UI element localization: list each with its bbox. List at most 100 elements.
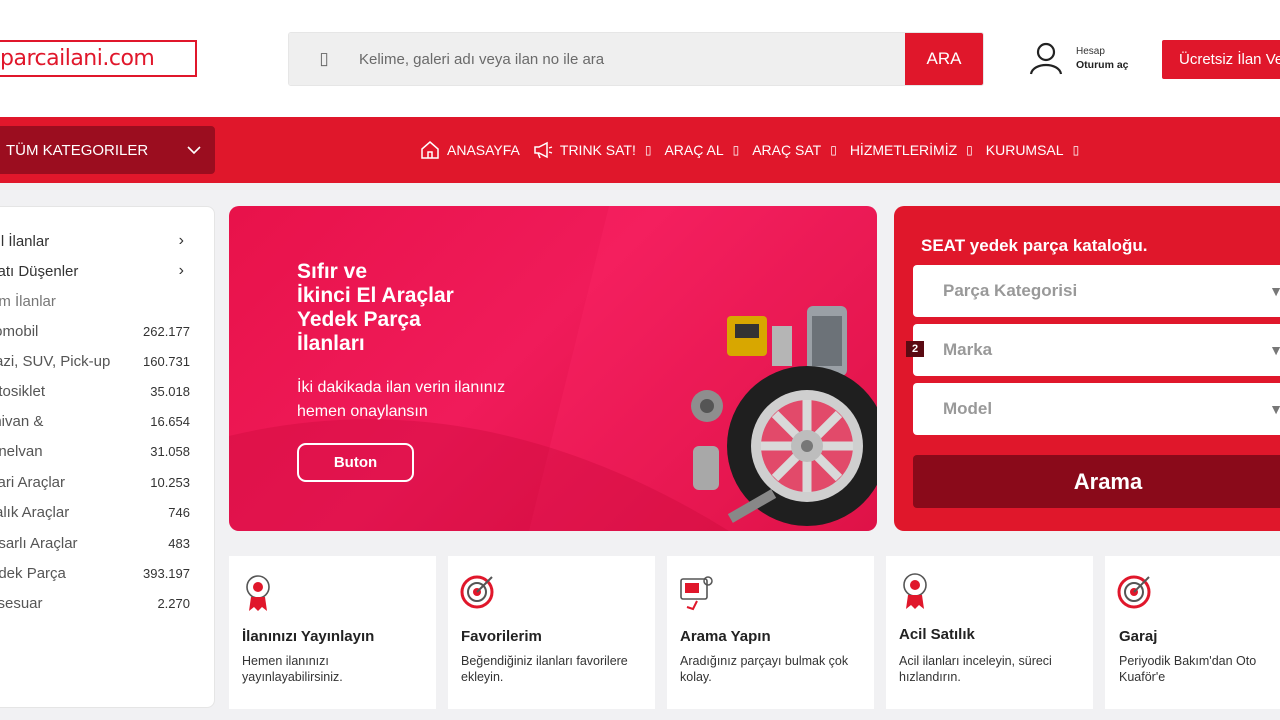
target-icon xyxy=(1117,575,1151,609)
car-parts-image xyxy=(691,306,877,526)
logo-text-a: parca xyxy=(0,46,60,71)
feature-card[interactable]: Garaj Periyodik Bakım'dan Oto Kuaför'e xyxy=(1105,556,1280,709)
feature-description: Periyodik Bakım'dan Oto Kuaför'e xyxy=(1119,654,1257,684)
category-sidebar: cil İlanlar › yatı Düşenler › üm İlanlar… xyxy=(0,206,215,708)
sidebar-item-ticari[interactable]: cari Araçlar 10.253 xyxy=(0,467,206,497)
sidebar-item-label: cari Araçlar xyxy=(0,473,66,491)
nav-item-label: ARAÇ AL xyxy=(664,142,724,158)
feature-card[interactable]: İlanınızı Yayınlayın Hemen ilanınızı yay… xyxy=(229,556,436,709)
nav-item-hizmetlerimiz[interactable]: HİZMETLERİMİZ ▯ xyxy=(850,142,973,158)
account-menu[interactable]: Hesap Oturum aç xyxy=(1028,40,1129,76)
feature-title: Arama Yapın xyxy=(680,628,771,645)
site-logo[interactable]: parca ilani .com xyxy=(0,40,197,77)
sidebar-item-minivan[interactable]: inivan & 16.654 xyxy=(0,406,206,436)
catalog-search-button[interactable]: Arama xyxy=(913,455,1280,508)
banner-title-line: İkinci El Araçlar xyxy=(297,284,454,307)
sidebar-item-count: 2.270 xyxy=(157,595,190,611)
feature-card[interactable]: Arama Yapın Aradığınız parçayı bulmak ço… xyxy=(667,556,874,709)
sidebar-item-motosiklet[interactable]: otosiklet 35.018 xyxy=(0,376,206,406)
search-input[interactable] xyxy=(359,33,905,85)
chevron-right-icon: › xyxy=(178,232,184,249)
feature-description: Aradığınız parçayı bulmak çok kolay. xyxy=(680,654,849,684)
sidebar-item-label: tomobil xyxy=(0,322,39,340)
select-value: Parça Kategorisi xyxy=(943,281,1078,300)
model-select[interactable]: Model ▼ xyxy=(913,383,1280,435)
sidebar-item-count: 746 xyxy=(168,504,190,520)
badge-icon xyxy=(903,573,927,609)
step-badge: 2 xyxy=(906,341,924,357)
nav-item-label: KURUMSAL xyxy=(985,142,1064,158)
part-category-select[interactable]: Parça Kategorisi ▼ xyxy=(913,265,1280,317)
banner-title-line: İlanları xyxy=(297,332,365,355)
chevron-right-icon: › xyxy=(178,262,184,279)
feature-title: Favorilerim xyxy=(461,628,542,645)
sidebar-item-label: ksesuar xyxy=(0,594,43,612)
nav-item-label: ARAÇ SAT xyxy=(752,142,822,158)
banner-button[interactable]: Buton xyxy=(297,443,414,482)
nav-item-arac-sat[interactable]: ARAÇ SAT ▯ xyxy=(752,142,837,158)
sidebar-item-label: ralık Araçlar xyxy=(0,503,70,521)
feature-card[interactable]: Favorilerim Beğendiğiniz ilanları favori… xyxy=(448,556,655,709)
sidebar-item-label: üm İlanlar xyxy=(0,292,56,310)
post-ad-button[interactable]: Ücretsiz İlan Ver xyxy=(1162,40,1280,79)
search-button[interactable]: ARA xyxy=(905,33,983,85)
sidebar-item-tum-ilanlar[interactable]: üm İlanlar xyxy=(0,286,206,316)
all-categories-label: TÜM KATEGORILER xyxy=(6,141,149,159)
banner-title: Sıfır ve İkinci El Araçlar Yedek Parça İ… xyxy=(297,260,497,356)
logo-text-c: .com xyxy=(102,46,155,71)
sidebar-item-aksesuar[interactable]: ksesuar 2.270 xyxy=(0,588,206,618)
phone-icon: ▯ xyxy=(289,33,359,85)
sidebar-item-label: cil İlanlar xyxy=(0,232,50,250)
banner-title-line: Sıfır ve xyxy=(297,260,368,283)
sidebar-item-yedek-parca[interactable]: edek Parça 393.197 xyxy=(0,558,206,588)
all-categories-button[interactable]: TÜM KATEGORILER xyxy=(0,126,215,174)
login-link[interactable]: Oturum aç xyxy=(1076,59,1129,71)
nav-item-label: ANASAYFA xyxy=(447,142,520,158)
sidebar-item-label: inivan & xyxy=(0,412,44,430)
badge-icon xyxy=(246,575,270,611)
sidebar-item-count: 483 xyxy=(168,535,190,551)
target-icon xyxy=(460,575,494,609)
feature-title: İlanınızı Yayınlayın xyxy=(242,628,375,645)
sidebar-item-arazi[interactable]: razi, SUV, Pick-up 160.731 xyxy=(0,346,206,376)
sidebar-item-label: asarlı Araçlar xyxy=(0,534,78,552)
sidebar-item-label: anelvan xyxy=(0,442,43,460)
brand-select[interactable]: Marka ▼ xyxy=(913,324,1280,376)
sidebar-item-otomobil[interactable]: tomobil 262.177 xyxy=(0,316,206,346)
user-icon xyxy=(1029,42,1063,75)
chevron-down-icon: ▼ xyxy=(1269,342,1280,358)
sidebar-item-count: 160.731 xyxy=(143,353,190,369)
sidebar-item-label: yatı Düşenler xyxy=(0,262,79,280)
select-value: Model xyxy=(943,399,993,418)
sidebar-item-hasarli[interactable]: asarlı Araçlar 483 xyxy=(0,528,206,558)
sidebar-item-fiyati-dusenler[interactable]: yatı Düşenler › xyxy=(0,256,206,286)
dropdown-icon: ▯ xyxy=(966,143,973,157)
sidebar-item-panelvan[interactable]: anelvan 31.058 xyxy=(0,436,206,466)
nav-item-label: HİZMETLERİMİZ xyxy=(849,142,958,158)
sidebar-item-count: 16.654 xyxy=(150,413,190,429)
parts-catalog-panel: SEAT yedek parça kataloğu. Parça Kategor… xyxy=(894,206,1280,531)
nav-item-kurumsal[interactable]: KURUMSAL ▯ xyxy=(986,142,1079,158)
feature-description: Hemen ilanınızı yayınlayabilirsiniz. xyxy=(242,654,343,684)
account-label: Hesap xyxy=(1076,45,1105,57)
dropdown-icon: ▯ xyxy=(644,143,652,157)
sidebar-item-count: 393.197 xyxy=(143,565,190,581)
banner-subtitle: İki dakikada ilan verin ilanınız hemen o… xyxy=(297,379,506,420)
feature-title: Acil Satılık xyxy=(899,626,975,643)
sidebar-item-count: 10.253 xyxy=(150,474,190,490)
feature-card[interactable]: Acil Satılık Acil ilanları inceleyin, sü… xyxy=(886,556,1093,709)
chevron-down-icon: ▼ xyxy=(1269,401,1280,417)
sidebar-item-count: 262.177 xyxy=(143,323,190,339)
sidebar-item-count: 35.018 xyxy=(150,383,190,399)
nav-item-arac-al[interactable]: ARAÇ AL ▯ xyxy=(664,142,739,158)
feature-title: Garaj xyxy=(1119,628,1158,645)
sidebar-item-acil[interactable]: cil İlanlar › xyxy=(0,226,206,256)
sidebar-item-kiralik[interactable]: ralık Araçlar 746 xyxy=(0,497,206,527)
feature-description: Acil ilanları inceleyin, süreci hızlandı… xyxy=(899,654,1052,684)
nav-item-label: TRINK SAT! xyxy=(559,142,636,158)
dropdown-icon: ▯ xyxy=(830,143,837,157)
nav-item-home[interactable]: ANASAYFA xyxy=(420,140,520,160)
nav-item-trink-sat[interactable]: TRINK SAT! ▯ xyxy=(533,141,652,159)
feature-description: Beğendiğiniz ilanları favorilere ekleyin… xyxy=(461,654,628,684)
header: parcailani.com ▯ ARA Hesap Oturum aç Ücr… xyxy=(0,0,1280,117)
